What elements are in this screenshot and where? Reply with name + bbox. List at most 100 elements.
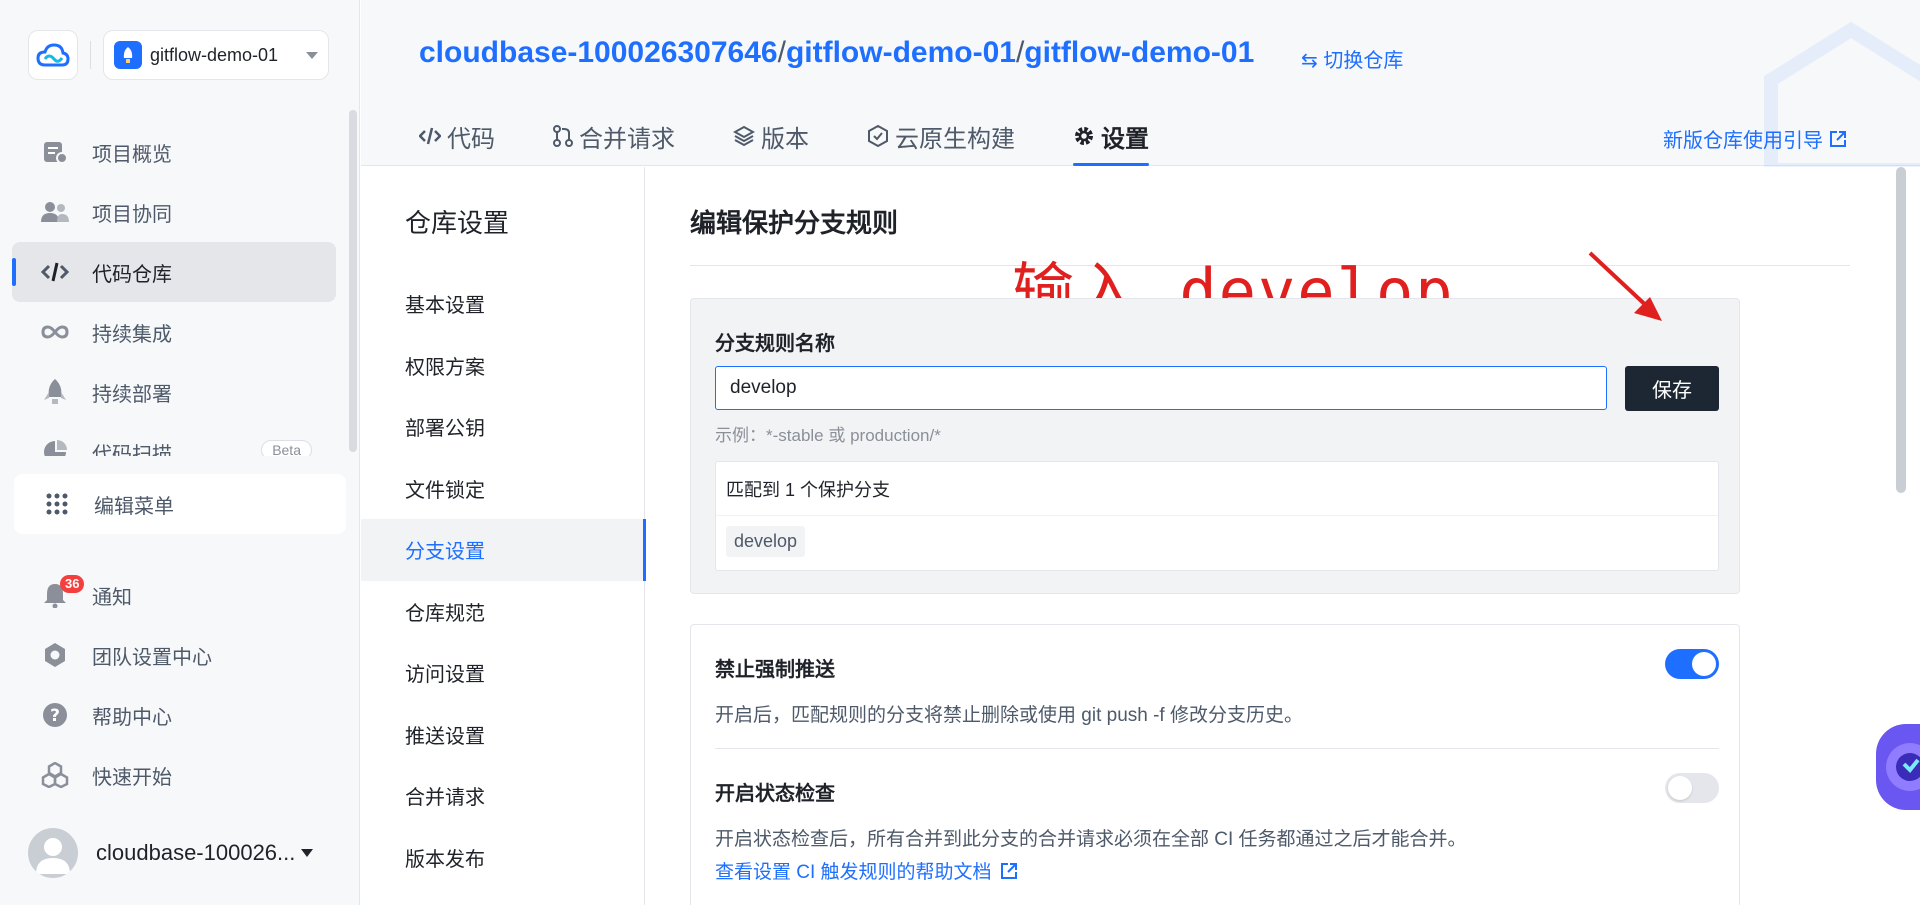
tab-releases[interactable]: 版本: [733, 118, 809, 154]
sidebar-item-cd[interactable]: 持续部署: [12, 362, 336, 422]
project-name: gitflow-demo-01: [150, 44, 279, 65]
sidebar-item-label: 帮助中心: [92, 706, 172, 729]
settings-item-releases[interactable]: 版本发布: [361, 827, 645, 889]
sidebar-item-label: 持续集成: [92, 323, 172, 346]
settings-item-push[interactable]: 推送设置: [361, 704, 645, 766]
sidebar-item-label: 通知: [92, 586, 132, 609]
assistant-bot-icon[interactable]: [1876, 724, 1920, 810]
sidebar-scrollbar[interactable]: [349, 110, 357, 452]
force-push-toggle[interactable]: [1665, 649, 1719, 679]
swap-icon: ⇆: [1301, 50, 1318, 72]
code-icon: [419, 127, 441, 145]
breadcrumb-owner[interactable]: cloudbase-100026307646: [419, 36, 778, 69]
code-icon: [40, 257, 70, 287]
breadcrumb-repo[interactable]: gitflow-demo-01: [1024, 36, 1254, 69]
sidebar-item-help[interactable]: ? 帮助中心: [12, 685, 336, 745]
settings-item-basic[interactable]: 基本设置: [361, 273, 645, 335]
merge-icon: [553, 125, 573, 147]
beta-badge: Beta: [261, 440, 312, 456]
status-check-toggle[interactable]: [1665, 773, 1719, 803]
edit-menu-button[interactable]: 编辑菜单: [14, 474, 346, 534]
edit-menu-label: 编辑菜单: [94, 495, 174, 518]
page-title: 编辑保护分支规则: [690, 208, 899, 238]
tab-merge-requests[interactable]: 合并请求: [553, 118, 675, 154]
external-link-icon: [1000, 862, 1018, 880]
tab-settings[interactable]: 设置: [1073, 118, 1149, 166]
overview-icon: [40, 137, 70, 167]
ci-help-link[interactable]: 查看设置 CI 触发规则的帮助文档: [715, 857, 1719, 884]
tab-label: 云原生构建: [895, 125, 1015, 153]
tab-label: 代码: [447, 125, 495, 153]
protection-options-card: 禁止强制推送 开启后，匹配规则的分支将禁止删除或使用 git push -f 修…: [690, 624, 1740, 905]
settings-nav: 仓库设置 基本设置 权限方案 部署公钥 文件锁定 分支设置 仓库规范 访问设置 …: [361, 167, 646, 905]
project-selector[interactable]: gitflow-demo-01: [103, 30, 329, 80]
breadcrumb-group[interactable]: gitflow-demo-01: [786, 36, 1016, 69]
avatar: [28, 828, 78, 878]
sidebar-top: gitflow-demo-01: [28, 30, 329, 80]
sidebar-item-label: 项目协同: [92, 203, 172, 226]
svg-text:?: ?: [50, 706, 60, 726]
left-sidebar: gitflow-demo-01 项目概览 项目协同 代码仓库 持续集成 持续部署…: [0, 0, 360, 905]
main-content: 编辑保护分支规则 输入 develop 分支规则名称 保存 示例：*-stabl…: [646, 167, 1920, 905]
tab-cloud-build[interactable]: 云原生构建: [867, 118, 1015, 154]
guide-link-label: 新版仓库使用引导: [1663, 130, 1823, 152]
option-force-push: 禁止强制推送 开启后，匹配规则的分支将禁止删除或使用 git push -f 修…: [715, 649, 1719, 727]
pie-icon: [40, 437, 70, 456]
tab-code[interactable]: 代码: [419, 118, 495, 154]
settings-item-merge-requests[interactable]: 合并请求: [361, 765, 645, 827]
sidebar-item-team[interactable]: 项目协同: [12, 182, 336, 242]
help-icon: ?: [40, 700, 70, 730]
matched-branches-box: 匹配到 1 个保护分支 develop: [715, 461, 1719, 571]
option-desc: 开启状态检查后，所有合并到此分支的合并请求必须在全部 CI 任务都通过之后才能合…: [715, 829, 1467, 850]
sidebar-item-label: 代码扫描: [92, 443, 172, 457]
grid-dots-icon: [42, 489, 72, 519]
cloud-logo-icon[interactable]: [28, 30, 78, 80]
sidebar-item-quick-start[interactable]: 快速开始: [12, 745, 336, 805]
toggle-knob: [1668, 776, 1692, 800]
sidebar-nav: 项目概览 项目协同 代码仓库 持续集成 持续部署 代码扫描 Beta: [12, 122, 336, 456]
tab-label: 合并请求: [579, 125, 675, 153]
settings-item-permissions[interactable]: 权限方案: [361, 335, 645, 397]
sidebar-item-notifications[interactable]: 36 通知: [12, 565, 336, 625]
project-rocket-icon: [114, 41, 142, 69]
repo-header: cloudbase-100026307646/gitflow-demo-01/g…: [361, 0, 1920, 177]
rule-name-input[interactable]: [715, 366, 1607, 410]
switch-repo-link[interactable]: ⇆ 切换仓库: [1301, 44, 1403, 73]
settings-item-access[interactable]: 访问设置: [361, 642, 645, 704]
settings-item-branches[interactable]: 分支设置: [361, 519, 646, 581]
chevron-down-icon: [306, 51, 318, 59]
rule-name-hint: 示例：*-stable 或 production/*: [715, 426, 941, 445]
option-title: 开启状态检查: [715, 783, 835, 805]
sidebar-item-code-scan[interactable]: 代码扫描 Beta: [12, 422, 336, 456]
settings-item-file-lock[interactable]: 文件锁定: [361, 458, 645, 520]
option-status-check: 开启状态检查 开启状态检查后，所有合并到此分支的合并请求必须在全部 CI 任务都…: [715, 773, 1719, 884]
team-icon: [40, 197, 70, 227]
sidebar-item-label: 快速开始: [92, 766, 172, 789]
new-repo-guide-link[interactable]: 新版仓库使用引导: [1663, 124, 1847, 153]
main-scrollbar[interactable]: [1896, 167, 1906, 493]
breadcrumb-separator: /: [777, 36, 786, 69]
save-button[interactable]: 保存: [1625, 366, 1719, 411]
annotation-arrow-icon: [1588, 251, 1662, 321]
settings-item-deploy-keys[interactable]: 部署公钥: [361, 396, 645, 458]
rule-name-label: 分支规则名称: [715, 333, 835, 355]
match-count-text: 匹配到 1 个保护分支: [716, 462, 1718, 516]
switch-repo-label: 切换仓库: [1323, 50, 1404, 72]
rocket-icon: [40, 377, 70, 407]
sidebar-item-team-settings[interactable]: 团队设置中心: [12, 625, 336, 685]
divider: [90, 41, 91, 69]
toggle-knob: [1692, 652, 1716, 676]
user-menu[interactable]: cloudbase-100026...: [28, 828, 314, 878]
sidebar-item-code-repo[interactable]: 代码仓库: [12, 242, 336, 302]
build-icon: [867, 125, 889, 147]
gear-icon: [1073, 125, 1095, 147]
sidebar-item-label: 项目概览: [92, 143, 172, 166]
infinity-icon: [40, 317, 70, 347]
sidebar-item-overview[interactable]: 项目概览: [12, 122, 336, 182]
settings-nav-list: 基本设置 权限方案 部署公钥 文件锁定 分支设置 仓库规范 访问设置 推送设置 …: [361, 273, 646, 889]
settings-item-repo-rules[interactable]: 仓库规范: [361, 581, 645, 643]
breadcrumb: cloudbase-100026307646/gitflow-demo-01/g…: [419, 36, 1254, 70]
user-name: cloudbase-100026...: [96, 840, 296, 865]
sidebar-item-ci[interactable]: 持续集成: [12, 302, 336, 362]
sidebar-item-label: 代码仓库: [92, 263, 172, 286]
